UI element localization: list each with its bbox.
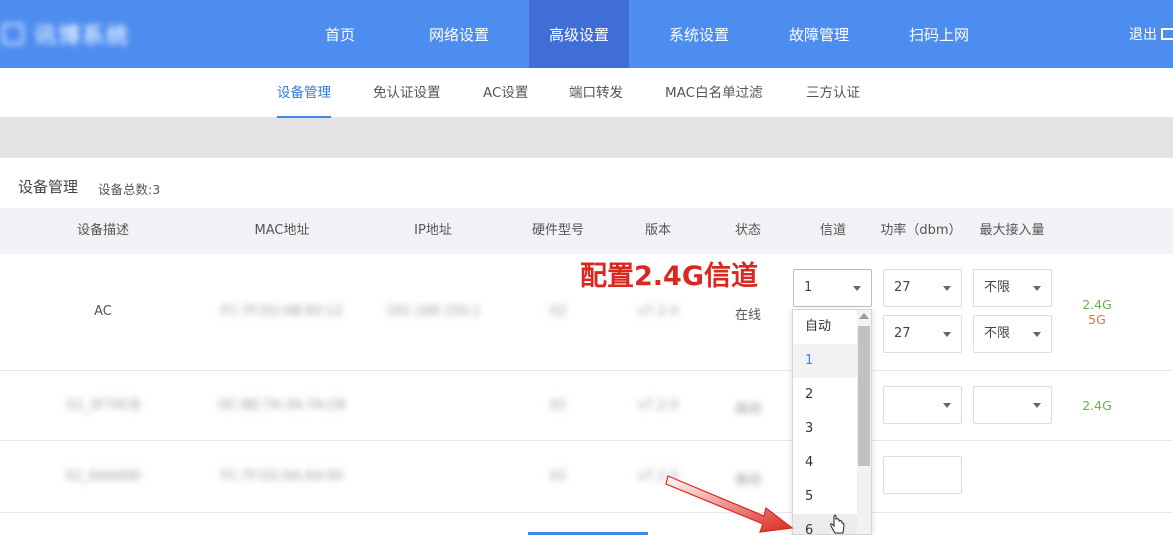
nav-network-settings[interactable]: 网络设置 — [409, 0, 509, 68]
col-version: 版本 — [644, 223, 671, 238]
dropdown-scrollbar[interactable] — [857, 310, 871, 534]
max-24g-select[interactable]: 不限 — [973, 269, 1052, 307]
channel-option-2[interactable]: 2 — [793, 378, 857, 412]
tab-device-management[interactable]: 设备管理 — [277, 68, 331, 118]
row-mac: DC:BE:7A:3A:7A:CB — [218, 398, 346, 413]
channel-option-5[interactable]: 5 — [793, 480, 857, 514]
table-header: 设备描述 MAC地址 IP地址 硬件型号 版本 状态 信道 功率（dbm） 最大… — [0, 208, 1173, 254]
max-access-select[interactable] — [973, 386, 1052, 424]
row-mac: FC:7F:D2:6A:AA:90 — [220, 469, 344, 484]
power-select[interactable] — [883, 456, 962, 494]
annotation-text: 配置2.4G信道 — [580, 261, 758, 292]
col-mac: MAC地址 — [254, 223, 310, 238]
power-24g-select[interactable]: 27 — [883, 269, 962, 307]
device-count: 设备总数:3 — [98, 182, 161, 197]
chevron-down-icon — [1033, 332, 1041, 337]
power-24g-value: 27 — [894, 280, 911, 295]
band-5g-label: 5G — [1088, 312, 1106, 327]
row-divider — [0, 440, 1173, 441]
row-desc: X2_6AAA90 — [65, 469, 141, 484]
nav-home[interactable]: 首页 — [300, 0, 380, 68]
row-divider — [0, 370, 1173, 371]
row-desc: X2_3F7ACB — [65, 398, 141, 413]
logo-icon — [2, 23, 24, 45]
chevron-down-icon — [943, 286, 951, 291]
row-ip: 192.168.150.1 — [385, 304, 481, 319]
logo: 讯博系统 — [0, 14, 150, 54]
chevron-down-icon — [1033, 403, 1041, 408]
tab-mac-whitelist[interactable]: MAC白名单过滤 — [665, 68, 763, 118]
tab-ac-settings[interactable]: AC设置 — [483, 68, 528, 118]
chevron-down-icon — [1033, 286, 1041, 291]
max-24g-value: 不限 — [984, 280, 1011, 295]
nav-advanced-settings[interactable]: 高级设置 — [529, 0, 629, 68]
channel-24g-value: 1 — [804, 280, 813, 295]
channel-option-1[interactable]: 1 — [793, 344, 857, 378]
sub-nav: 设备管理 免认证设置 AC设置 端口转发 MAC白名单过滤 三方认证 — [0, 68, 1173, 118]
row-divider — [0, 512, 1173, 513]
col-max-access: 最大接入量 — [979, 223, 1045, 238]
logout-label: 退出 — [1129, 27, 1157, 43]
nav-fault-management[interactable]: 故障管理 — [769, 0, 869, 68]
row-model: X2 — [549, 469, 567, 484]
nav-scan-login[interactable]: 扫码上网 — [889, 0, 989, 68]
hand-cursor-icon — [830, 514, 845, 534]
max-5g-value: 不限 — [984, 326, 1011, 341]
row-model: X2 — [549, 304, 567, 319]
col-power: 功率（dbm） — [880, 223, 962, 238]
scroll-up-icon[interactable] — [859, 313, 869, 319]
logout-icon — [1161, 28, 1173, 40]
annotation-arrow-icon — [665, 475, 794, 533]
scroll-thumb[interactable] — [858, 326, 870, 466]
chevron-down-icon — [853, 286, 861, 291]
power-5g-value: 27 — [894, 326, 911, 341]
tab-third-party-auth[interactable]: 三方认证 — [806, 68, 860, 118]
channel-24g-select[interactable]: 1 — [793, 269, 872, 307]
col-channel: 信道 — [819, 223, 846, 238]
gray-banner — [0, 118, 1173, 158]
logo-text: 讯博系统 — [34, 24, 131, 49]
row-version: v7.2.0 — [637, 398, 679, 413]
power-5g-select[interactable]: 27 — [883, 315, 962, 353]
power-select[interactable] — [883, 386, 962, 424]
band-24g-label: 2.4G — [1082, 398, 1112, 413]
chevron-down-icon — [943, 332, 951, 337]
channel-option-4[interactable]: 4 — [793, 446, 857, 480]
chevron-down-icon — [943, 403, 951, 408]
max-5g-select[interactable]: 不限 — [973, 315, 1052, 353]
band-24g-label: 2.4G — [1082, 297, 1112, 312]
row-mac: FC:7F:D2:AB:83:12 — [220, 304, 344, 319]
section-title: 设备管理 — [18, 178, 79, 196]
row-model: X2 — [549, 398, 567, 413]
col-device-desc: 设备描述 — [76, 223, 129, 238]
row-status: 离线 — [734, 402, 761, 417]
row-version: v7.2.0 — [637, 304, 679, 319]
col-ip: IP地址 — [414, 223, 452, 238]
logout-button[interactable]: 退出 — [1129, 0, 1173, 68]
nav-system-settings[interactable]: 系统设置 — [649, 0, 749, 68]
row-status: 在线 — [734, 308, 761, 323]
row-desc: AC — [94, 304, 112, 319]
channel-dropdown[interactable]: 自动 1 2 3 4 5 6 — [792, 309, 872, 535]
channel-option-auto[interactable]: 自动 — [793, 310, 857, 344]
top-nav: 讯博系统 首页 网络设置 高级设置 系统设置 故障管理 扫码上网 退出 — [0, 0, 1173, 68]
channel-option-3[interactable]: 3 — [793, 412, 857, 446]
tab-auth-free-settings[interactable]: 免认证设置 — [373, 68, 441, 118]
col-model: 硬件型号 — [531, 223, 584, 238]
tab-port-forwarding[interactable]: 端口转发 — [569, 68, 623, 118]
col-status: 状态 — [734, 223, 761, 238]
